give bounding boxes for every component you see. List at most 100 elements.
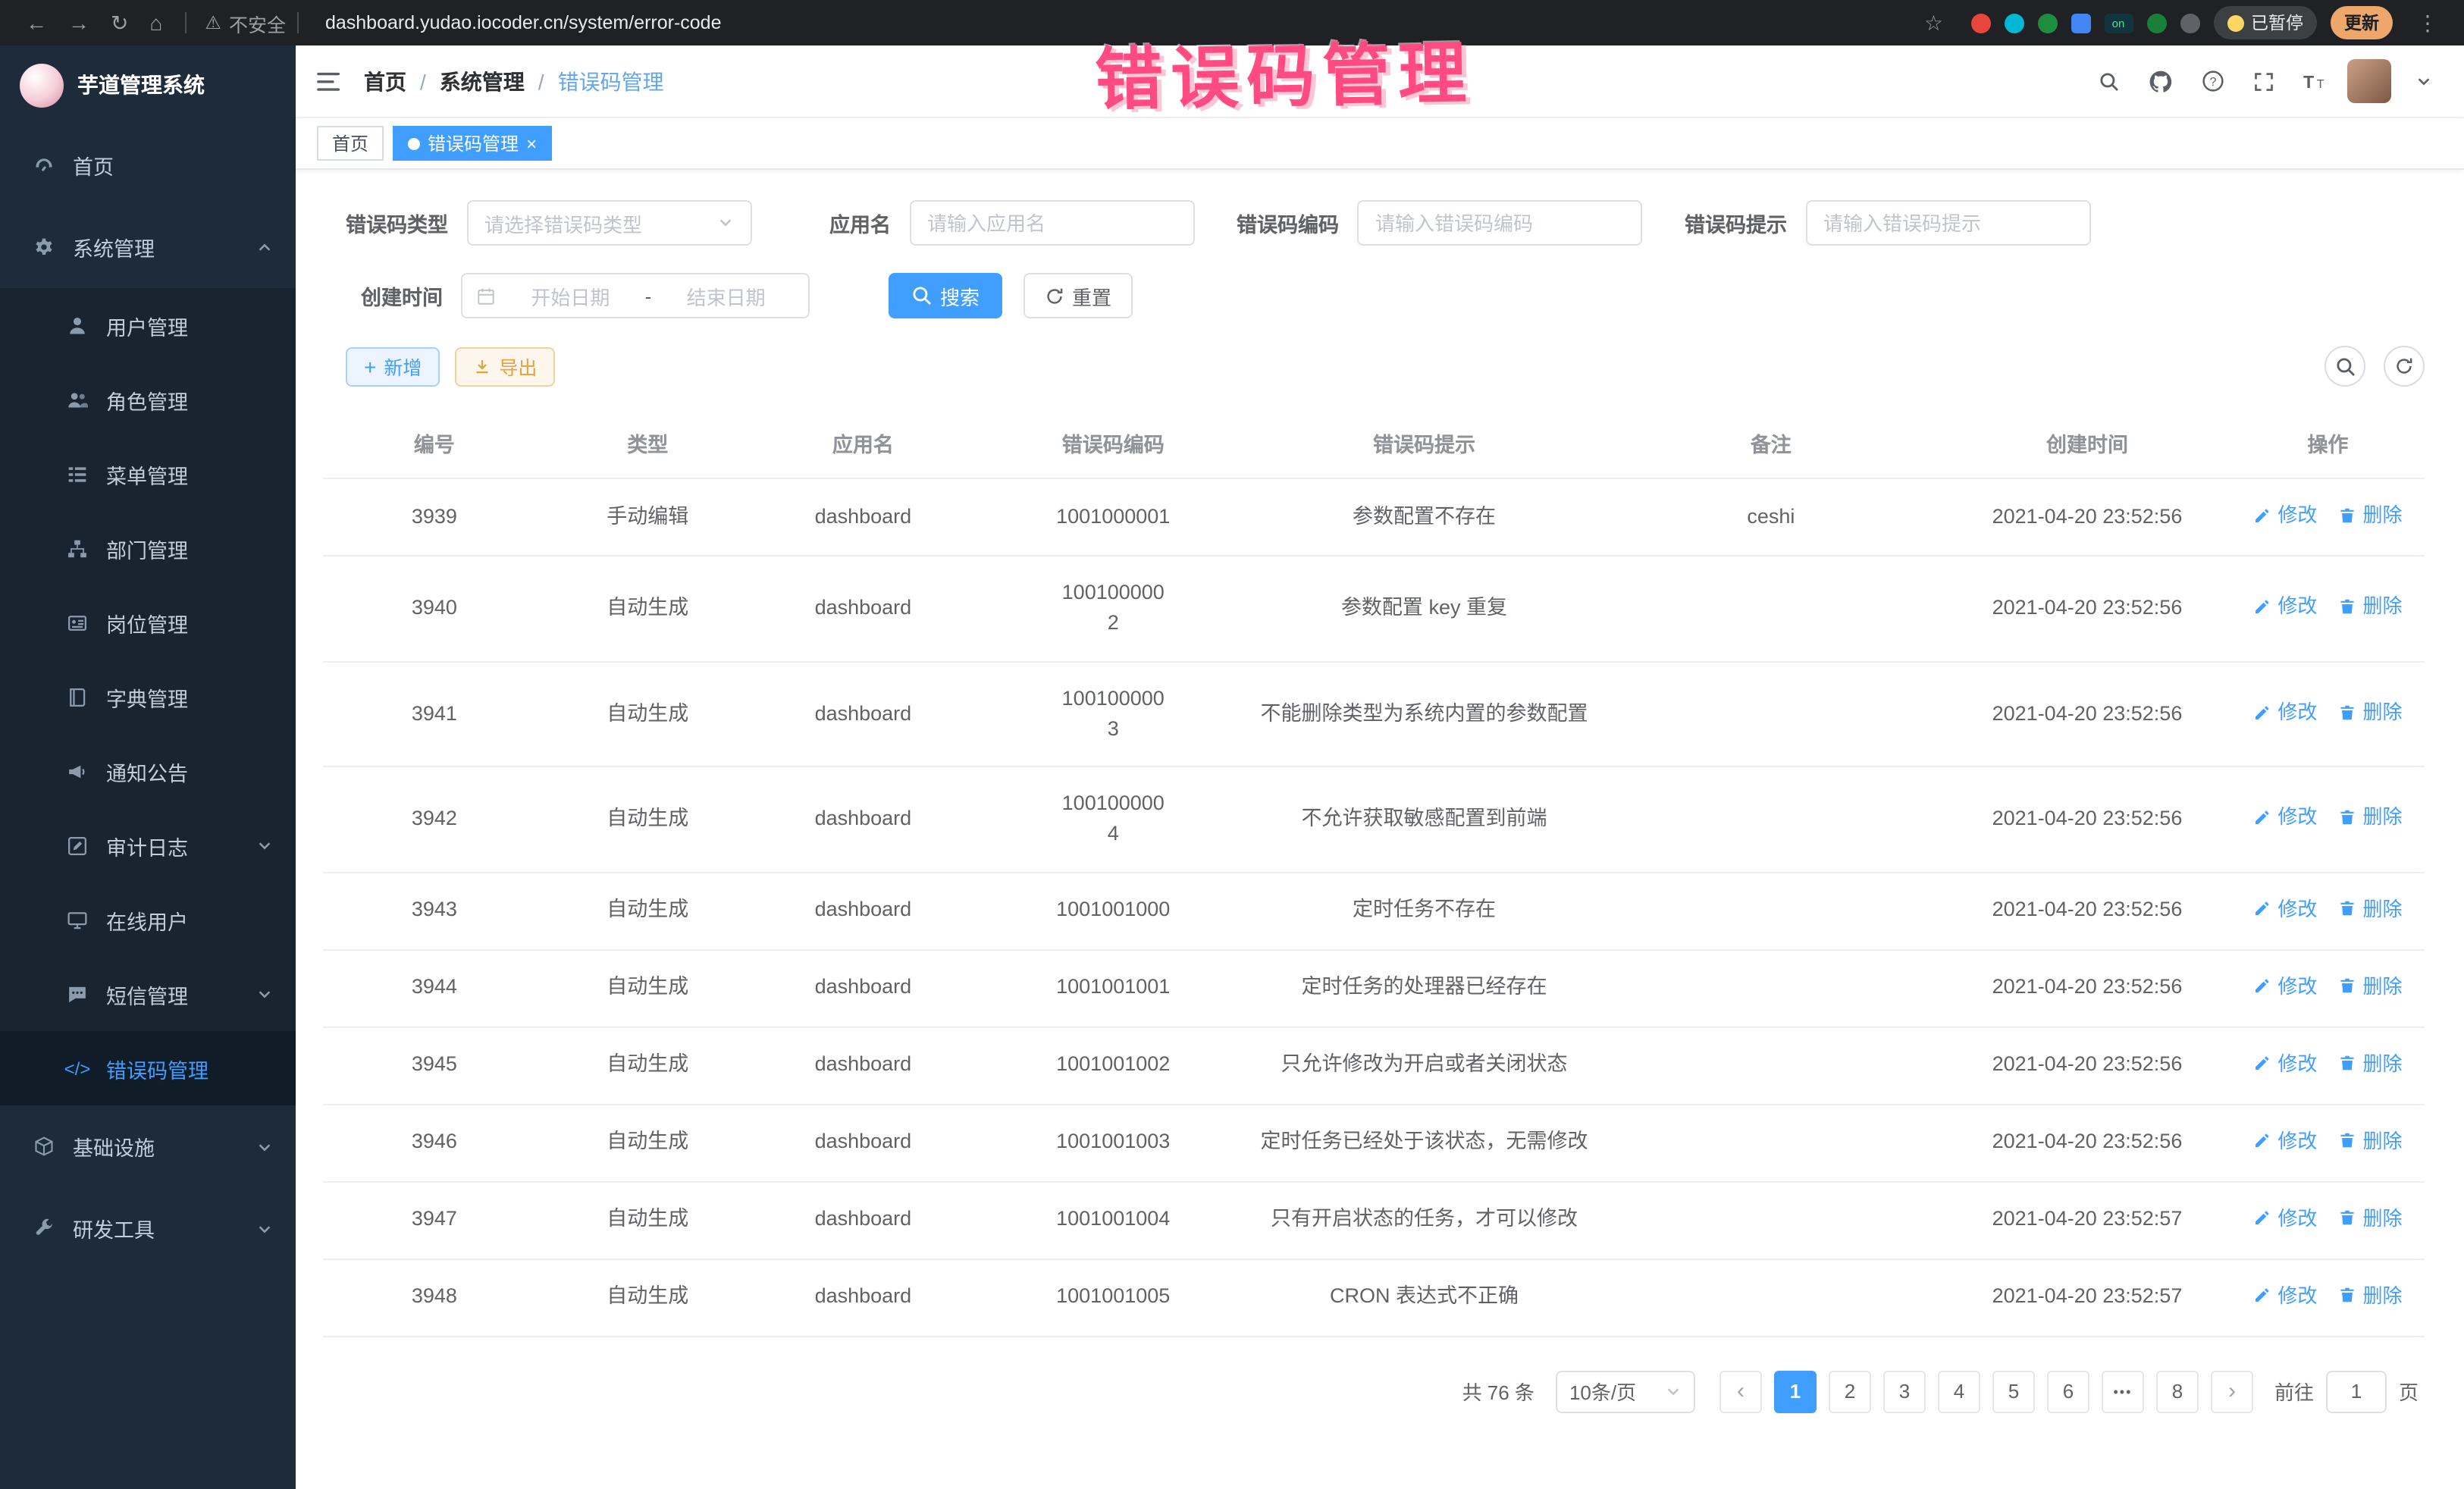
- address-bar[interactable]: ⚠ 不安全 dashboard.yudao.iocoder.cn/system/…: [205, 8, 1943, 37]
- edit-link[interactable]: 修改: [2253, 500, 2317, 530]
- sidebar-item-users[interactable]: 用户管理: [0, 288, 296, 362]
- sidebar-item-infra[interactable]: 基础设施: [0, 1105, 296, 1187]
- forward-icon[interactable]: →: [68, 12, 89, 33]
- svg-text:T: T: [2317, 78, 2324, 91]
- extension-icon[interactable]: [2037, 13, 2057, 33]
- delete-link[interactable]: 删除: [2338, 592, 2402, 622]
- cell-id: 3946: [323, 1104, 546, 1181]
- avatar[interactable]: [2347, 59, 2391, 103]
- delete-link[interactable]: 删除: [2338, 971, 2402, 1001]
- delete-link[interactable]: 删除: [2338, 1126, 2402, 1155]
- home-icon[interactable]: ⌂: [149, 12, 162, 33]
- pager-ellipsis[interactable]: •••: [2102, 1370, 2144, 1412]
- edit-link[interactable]: 修改: [2253, 971, 2317, 1001]
- kebab-menu-icon[interactable]: ⋮: [2417, 12, 2438, 33]
- page-size-select[interactable]: 10条/页: [1556, 1370, 1695, 1412]
- cell-memo: [1599, 1259, 1944, 1336]
- pager-page-2[interactable]: 2: [1829, 1370, 1871, 1412]
- sidebar-item-system[interactable]: 系统管理: [0, 206, 296, 288]
- edit-link[interactable]: 修改: [2253, 894, 2317, 923]
- edit-link[interactable]: 修改: [2253, 803, 2317, 832]
- font-size-icon[interactable]: TT: [2296, 61, 2335, 101]
- logo-row[interactable]: 芋道管理系统: [0, 45, 296, 124]
- extension-icon[interactable]: [2146, 13, 2166, 33]
- goto-page-input[interactable]: [2326, 1370, 2387, 1412]
- sidebar-toggle[interactable]: [317, 71, 343, 92]
- fullscreen-icon[interactable]: [2244, 61, 2284, 101]
- error-code-input[interactable]: [1357, 200, 1642, 246]
- pager-page-8[interactable]: 8: [2156, 1370, 2199, 1412]
- edit-link[interactable]: 修改: [2253, 1049, 2317, 1078]
- paused-badge[interactable]: 已暂停: [2213, 6, 2317, 39]
- edit-link[interactable]: 修改: [2253, 1281, 2317, 1310]
- edit-link[interactable]: 修改: [2253, 1203, 2317, 1233]
- security-label: 不安全: [229, 8, 286, 37]
- pager-page-5[interactable]: 5: [1992, 1370, 2035, 1412]
- reload-icon[interactable]: ↻: [111, 12, 128, 33]
- delete-link[interactable]: 删除: [2338, 894, 2402, 923]
- delete-link[interactable]: 删除: [2338, 1281, 2402, 1310]
- active-dot: [408, 137, 420, 149]
- tab-error-code[interactable]: 错误码管理×: [393, 126, 552, 161]
- error-hint-input[interactable]: [1805, 200, 2090, 246]
- page-body: 错误码类型 请选择错误码类型 应用名 错误码编码: [296, 170, 2464, 1412]
- pager-page-4[interactable]: 4: [1938, 1370, 1980, 1412]
- toggle-search-button[interactable]: [2324, 346, 2365, 387]
- sidebar-item-audit-logs[interactable]: 审计日志: [0, 808, 296, 882]
- delete-link[interactable]: 删除: [2338, 500, 2402, 530]
- dict-icon: [65, 686, 89, 707]
- help-icon[interactable]: ?: [2193, 61, 2232, 101]
- extension-icon[interactable]: [1970, 13, 1990, 33]
- prev-page-button[interactable]: ‹: [1719, 1370, 1762, 1412]
- pager-page-1[interactable]: 1: [1774, 1370, 1817, 1412]
- extension-icon[interactable]: on: [2104, 13, 2133, 33]
- extension-icon[interactable]: [2180, 13, 2199, 33]
- column-header: 操作: [2231, 408, 2425, 478]
- extension-icon[interactable]: [2071, 13, 2090, 33]
- table-row: 3944自动生成dashboard1001001001定时任务的处理器已经存在2…: [323, 949, 2425, 1027]
- breadcrumb-item[interactable]: 系统管理: [440, 66, 525, 96]
- sidebar-item-online-users[interactable]: 在线用户: [0, 882, 296, 957]
- back-icon[interactable]: ←: [26, 12, 47, 33]
- sidebar-item-notices[interactable]: 通知公告: [0, 734, 296, 808]
- add-button[interactable]: + 新增: [346, 346, 440, 386]
- extension-icon[interactable]: [2004, 13, 2024, 33]
- delete-link[interactable]: 删除: [2338, 1049, 2402, 1078]
- sidebar-item-error-codes[interactable]: </>错误码管理: [0, 1031, 296, 1105]
- pager-page-6[interactable]: 6: [2047, 1370, 2089, 1412]
- app-name-input[interactable]: [909, 200, 1194, 246]
- search-icon[interactable]: [2089, 61, 2129, 101]
- sidebar-item-dicts[interactable]: 字典管理: [0, 660, 296, 734]
- edit-link[interactable]: 修改: [2253, 697, 2317, 727]
- page-size-value: 10条/页: [1569, 1377, 1636, 1406]
- edit-link[interactable]: 修改: [2253, 592, 2317, 622]
- tab-home[interactable]: 首页: [317, 126, 384, 161]
- chevron-down-icon[interactable]: [2403, 61, 2443, 101]
- sidebar-item-depts[interactable]: 部门管理: [0, 511, 296, 585]
- sidebar-item-posts[interactable]: 岗位管理: [0, 585, 296, 660]
- pager-page-3[interactable]: 3: [1883, 1370, 1926, 1412]
- breadcrumb-item[interactable]: 首页: [364, 66, 406, 96]
- search-button[interactable]: 搜索: [889, 273, 1002, 318]
- sidebar-item-dev-tools[interactable]: 研发工具: [0, 1187, 296, 1269]
- error-type-select[interactable]: 请选择错误码类型: [466, 200, 751, 246]
- sidebar-item-menus[interactable]: 菜单管理: [0, 437, 296, 511]
- sidebar-item-sms[interactable]: 短信管理: [0, 957, 296, 1031]
- export-button[interactable]: 导出: [455, 346, 555, 386]
- close-icon[interactable]: ×: [526, 134, 537, 152]
- sidebar-item-home[interactable]: 首页: [0, 124, 296, 206]
- reset-button[interactable]: 重置: [1024, 273, 1133, 318]
- next-page-button[interactable]: ›: [2211, 1370, 2253, 1412]
- delete-link[interactable]: 删除: [2338, 803, 2402, 832]
- update-button[interactable]: 更新: [2331, 6, 2393, 39]
- bookmark-star-icon[interactable]: ☆: [1924, 10, 1943, 36]
- edit-link[interactable]: 修改: [2253, 1126, 2317, 1155]
- refresh-table-button[interactable]: [2384, 346, 2425, 387]
- sidebar-item-roles[interactable]: 角色管理: [0, 362, 296, 437]
- delete-link[interactable]: 删除: [2338, 697, 2402, 727]
- sidebar-item-label: 部门管理: [106, 533, 188, 563]
- date-range-picker[interactable]: 开始日期 - 结束日期: [461, 273, 810, 318]
- action-label: 修改: [2277, 500, 2317, 530]
- github-icon[interactable]: [2141, 61, 2180, 101]
- delete-link[interactable]: 删除: [2338, 1203, 2402, 1233]
